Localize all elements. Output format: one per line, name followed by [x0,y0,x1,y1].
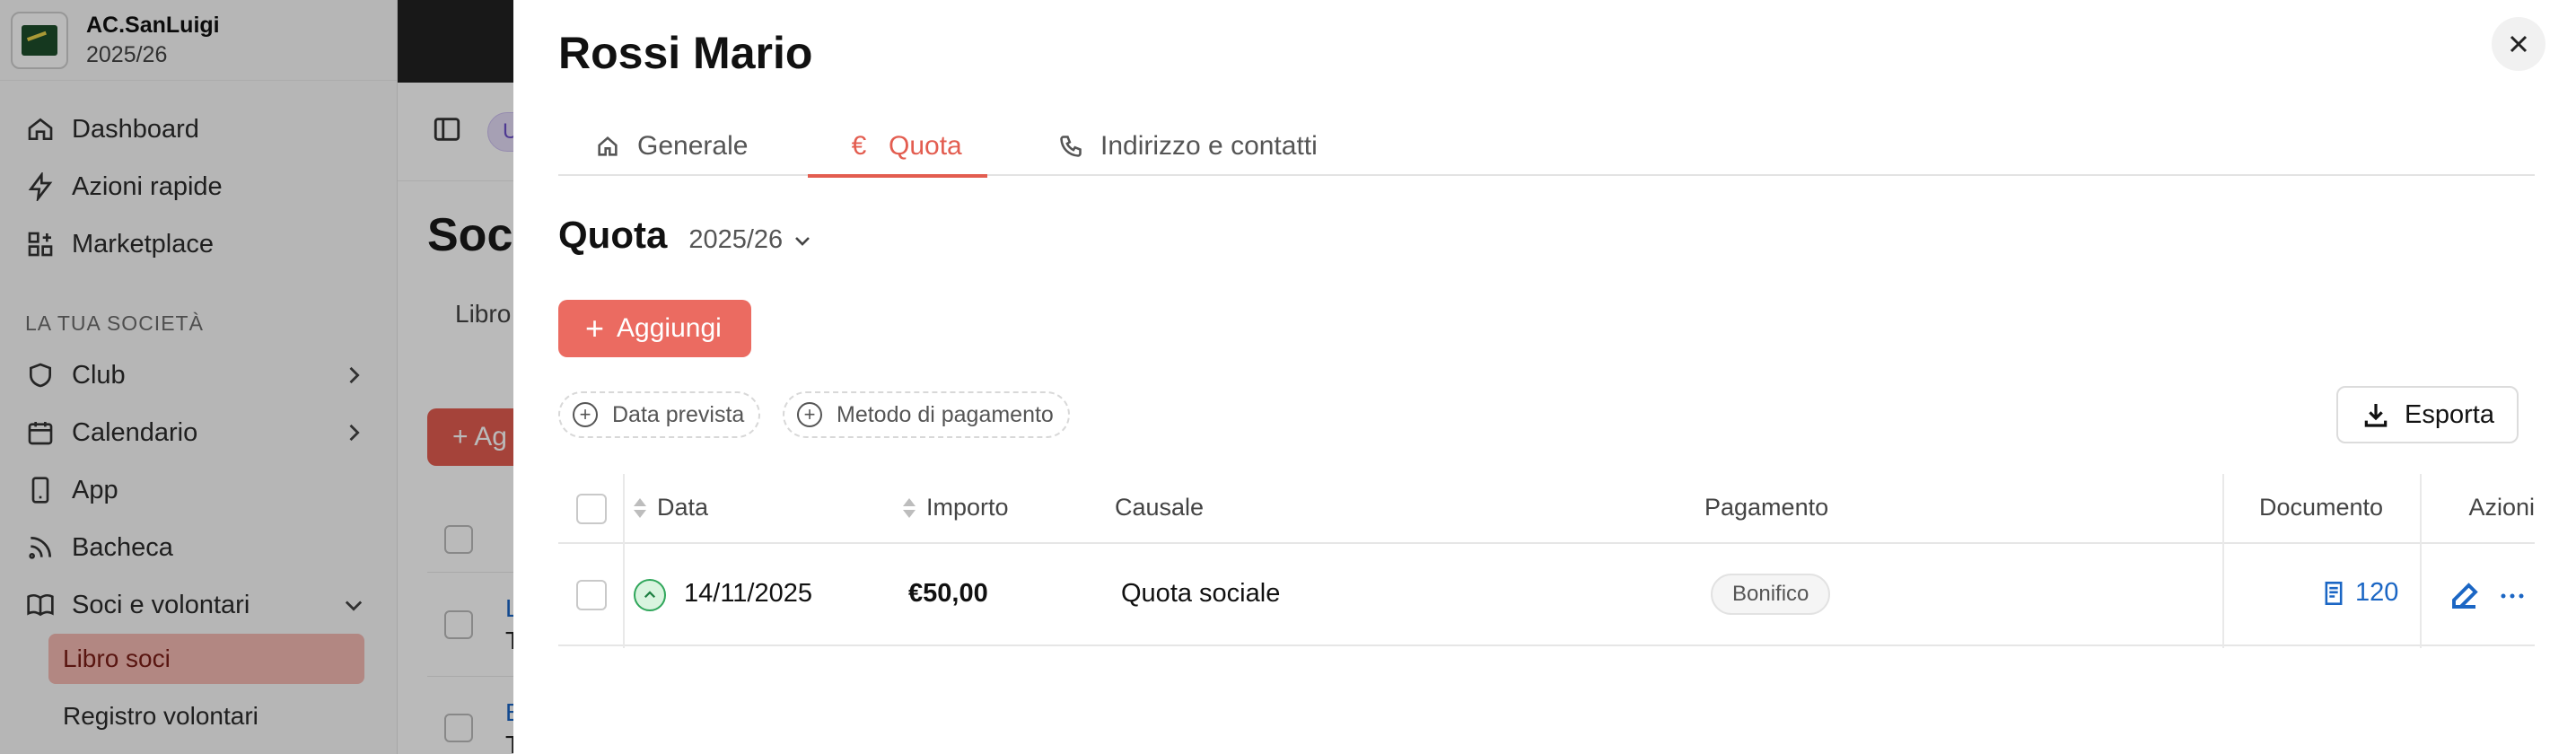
col-importo[interactable]: Importo [903,494,1009,522]
col-causale: Causale [1115,494,1204,522]
row-checkbox[interactable] [576,580,607,610]
col-label: Documento [2258,494,2384,521]
season-value: 2025/26 [688,225,784,254]
add-button-label: Aggiungi [617,313,722,343]
drawer-title: Rossi Mario [558,28,813,78]
col-azioni: Azioni [2468,494,2535,522]
payment-badge: Bonifico [1711,574,1831,615]
cell-data: 14/11/2025 [684,579,812,608]
section-title: Quota [558,214,668,256]
sort-icon [903,497,916,518]
document-icon [2325,581,2343,605]
drawer-tabs: Generale € Quota Indirizzo e contatti [558,117,2535,178]
tab-generale[interactable]: Generale [594,117,748,176]
col-data[interactable]: Data [634,494,708,522]
column-divider [2420,474,2422,648]
export-label: Esporta [2405,399,2494,429]
plus-icon: + [585,310,605,346]
sort-icon [634,497,646,518]
col-documento: Documento [2222,494,2420,522]
tab-label: Indirizzo e contatti [1100,131,1318,161]
col-pagamento: Pagamento [1704,494,1828,522]
filter-data-prevista[interactable]: + Data prevista [558,391,761,438]
document-number: 120 [2355,578,2399,607]
close-icon [2510,35,2528,53]
download-icon [2364,404,2388,427]
payments-table: Data Importo Causale Pagamento Documento… [558,474,2535,648]
plus-circle-icon: + [797,402,822,427]
member-drawer: Rossi Mario Generale € Quota Indirizzo e… [513,0,2576,754]
more-options-icon[interactable] [2497,585,2528,611]
tab-quota[interactable]: € Quota [808,117,987,178]
chevron-up-icon[interactable] [634,579,666,611]
filter-metodo-pagamento[interactable]: + Metodo di pagamento [783,391,1070,438]
chevron-down-icon [795,236,810,246]
phone-icon [1057,133,1084,160]
col-label: Data [657,494,709,521]
edit-icon[interactable] [2449,580,2481,617]
filter-label: Data prevista [612,401,745,427]
col-label: Azioni [2468,494,2535,521]
document-link[interactable]: 120 [2321,578,2398,608]
tab-label: Generale [637,131,749,161]
cell-causale: Quota sociale [1121,579,1281,608]
filter-label: Metodo di pagamento [837,401,1054,427]
table-row[interactable] [558,544,2535,646]
export-button[interactable]: Esporta [2336,386,2519,443]
col-label: Causale [1115,494,1205,521]
close-button[interactable] [2492,17,2545,71]
plus-circle-icon: + [573,402,598,427]
season-select[interactable]: 2025/26 [688,225,813,255]
column-divider [623,474,625,648]
section-header: Quota 2025/26 [558,214,813,257]
add-button[interactable]: + Aggiungi [558,300,751,357]
euro-icon: € [851,131,867,161]
cell-importo: €50,00 [908,579,988,608]
tab-label: Quota [889,131,962,161]
col-label: Pagamento [1704,494,1829,521]
col-label: Importo [926,494,1009,521]
tab-indirizzo-contatti[interactable]: Indirizzo e contatti [1057,117,1318,176]
select-all-checkbox[interactable] [576,494,607,524]
home-icon [594,133,621,160]
